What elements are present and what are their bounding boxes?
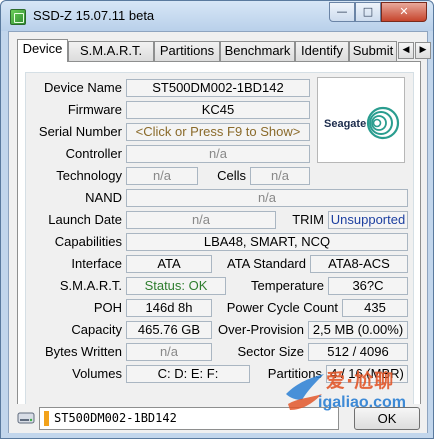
tab-smart[interactable]: S.M.A.R.T. [68, 41, 154, 61]
nand-value: n/a [126, 189, 408, 207]
bytes-written-label: Bytes Written [44, 344, 122, 359]
drive-select-value: ST500DM002-1BD142 [54, 411, 177, 425]
interface-value: ATA [126, 255, 212, 273]
technology-value: n/a [126, 167, 198, 185]
capabilities-label: Capabilities [54, 234, 122, 249]
device-name-value: ST500DM002-1BD142 [126, 79, 310, 97]
cells-label: Cells [217, 168, 246, 183]
capacity-value: 465.76 GB [126, 321, 212, 339]
device-panel: Device Name ST500DM002-1BD142 Firmware K… [17, 61, 421, 423]
launch-date-label: Launch Date [48, 212, 122, 227]
minimize-button[interactable]: — [329, 2, 355, 22]
ata-standard-label: ATA Standard [226, 256, 306, 271]
controller-label: Controller [65, 146, 122, 161]
ok-button[interactable]: OK [354, 407, 420, 430]
controller-value: n/a [126, 145, 310, 163]
tab-benchmark[interactable]: Benchmark [220, 41, 295, 61]
seagate-logo: Seagate [317, 77, 405, 163]
technology-label: Technology [56, 168, 122, 183]
sector-size-value: 512 / 4096 [308, 343, 408, 361]
launch-date-value: n/a [126, 211, 276, 229]
power-cycle-count-value: 435 [342, 299, 408, 317]
poh-value: 146d 8h [126, 299, 212, 317]
capacity-label: Capacity [71, 322, 122, 337]
over-provision-value: 2,5 MB (0.00%) [308, 321, 408, 339]
tab-partitions[interactable]: Partitions [154, 41, 220, 61]
firmware-value: KC45 [126, 101, 310, 119]
tab-scroll-right-button[interactable]: ▶ [415, 42, 431, 59]
maximize-button[interactable]: □ [355, 2, 381, 22]
hard-drive-icon [17, 412, 35, 424]
volumes-value: C: D: E: F: [126, 365, 250, 383]
partitions-value: 4 / 16 (MBR) [326, 365, 408, 383]
sector-size-label: Sector Size [237, 344, 304, 359]
tab-device[interactable]: Device [17, 39, 68, 62]
smart-label: S.M.A.R.T. [59, 278, 122, 293]
window-title: SSD-Z 15.07.11 beta [33, 8, 155, 23]
volumes-label: Volumes [72, 366, 122, 381]
tab-submit[interactable]: Submit [349, 41, 397, 61]
interface-label: Interface [71, 256, 122, 271]
app-icon [10, 9, 26, 25]
title-bar[interactable]: SSD-Z 15.07.11 beta — □ ✕ [1, 1, 433, 31]
tab-scroll-left-button[interactable]: ◀ [398, 42, 414, 59]
status-bar: ST500DM002-1BD142 OK [9, 404, 427, 433]
serial-number-label: Serial Number [38, 124, 122, 139]
trim-value: Unsupported [328, 211, 408, 229]
partitions-label: Partitions [267, 366, 322, 381]
seagate-logo-text: Seagate [324, 118, 367, 130]
drive-select[interactable]: ST500DM002-1BD142 [39, 407, 339, 430]
temperature-value: 36?C [328, 277, 408, 295]
cells-value: n/a [250, 167, 310, 185]
close-button[interactable]: ✕ [381, 2, 427, 22]
serial-number-value[interactable]: <Click or Press F9 to Show> [126, 123, 310, 141]
device-info-group: Device Name ST500DM002-1BD142 Firmware K… [25, 72, 414, 418]
over-provision-label: Over-Provision [218, 322, 304, 337]
power-cycle-count-label: Power Cycle Count [226, 300, 338, 315]
temperature-label: Temperature [251, 278, 324, 293]
poh-label: POH [93, 300, 122, 315]
trim-label: TRIM [292, 212, 324, 227]
app-window: SSD-Z 15.07.11 beta — □ ✕ Device S.M.A.R… [0, 0, 434, 439]
ata-standard-value: ATA8-ACS [310, 255, 408, 273]
firmware-label: Firmware [67, 102, 122, 117]
device-name-label: Device Name [43, 80, 122, 95]
smart-status-value: Status: OK [126, 277, 226, 295]
nand-label: NAND [85, 190, 122, 205]
tab-strip: Device S.M.A.R.T. Partitions Benchmark I… [17, 39, 431, 62]
bytes-written-value: n/a [126, 343, 212, 361]
drive-indicator [44, 411, 49, 426]
seagate-swirl-icon [366, 106, 400, 140]
tab-identify[interactable]: Identify [295, 41, 349, 61]
capabilities-value: LBA48, SMART, NCQ [126, 233, 408, 251]
client-area: Device S.M.A.R.T. Partitions Benchmark I… [8, 31, 431, 433]
